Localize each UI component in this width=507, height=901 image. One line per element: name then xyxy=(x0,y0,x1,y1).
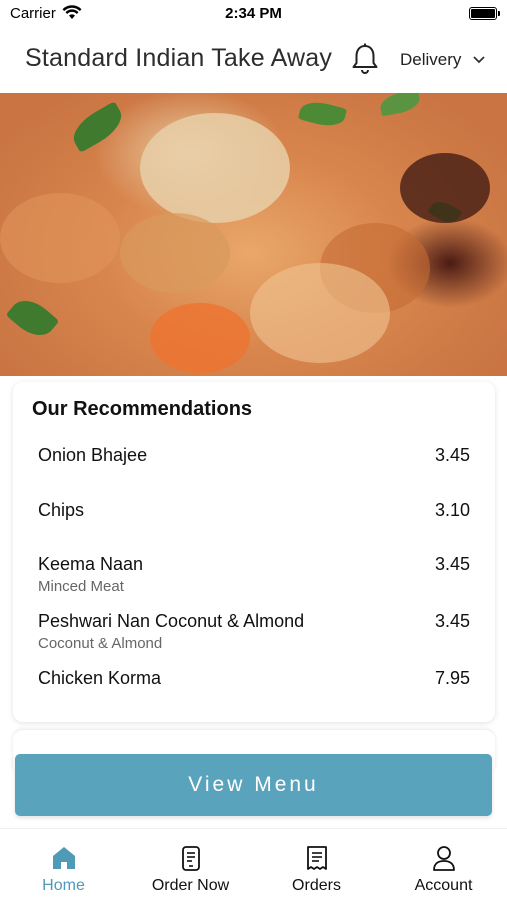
menu-item[interactable]: Chicken Korma 7.95 xyxy=(38,668,470,689)
menu-item-name: Chips xyxy=(38,500,85,520)
menu-item-price: 3.45 xyxy=(434,554,470,574)
home-icon xyxy=(52,847,75,869)
status-bar: Carrier 2:34 PM xyxy=(0,0,507,28)
menu-item-name: Peshwari Nan Coconut & Almond xyxy=(38,611,305,631)
bell-icon[interactable] xyxy=(350,42,380,76)
hero-food-image xyxy=(0,93,507,376)
menu-item[interactable]: Chips 3.10 xyxy=(38,500,470,521)
restaurant-title: Standard Indian Take Away xyxy=(25,44,333,72)
recommendations-card: Our Recommendations Onion Bhajee 3.45 Ch… xyxy=(13,382,495,722)
receipt-icon xyxy=(306,846,327,870)
menu-item-description: Coconut & Almond xyxy=(38,635,163,652)
tab-account[interactable]: Account xyxy=(380,829,507,901)
tab-home-label: Home xyxy=(42,877,85,894)
clock: 2:34 PM xyxy=(225,5,282,22)
menu-item[interactable]: Keema Naan Minced Meat 3.45 xyxy=(38,554,470,595)
app-header: Standard Indian Take Away Delivery xyxy=(0,28,507,93)
menu-item-name: Chicken Korma xyxy=(38,668,162,688)
bottom-tab-bar: Home Order Now Orders Account xyxy=(0,828,507,900)
tab-orders[interactable]: Orders xyxy=(253,829,380,901)
battery-icon xyxy=(469,7,500,20)
chevron-down-icon[interactable] xyxy=(472,54,486,66)
tab-home[interactable]: Home xyxy=(0,829,127,901)
menu-item-name: Keema Naan xyxy=(38,554,144,574)
menu-item-price: 3.45 xyxy=(434,445,470,465)
tab-account-label: Account xyxy=(414,877,473,894)
menu-item-price: 3.45 xyxy=(434,611,470,631)
tab-order-now[interactable]: Order Now xyxy=(127,829,254,901)
menu-item-price: 7.95 xyxy=(434,668,470,688)
menu-item[interactable]: Onion Bhajee 3.45 xyxy=(38,445,470,466)
tab-orders-label: Orders xyxy=(292,877,341,894)
delivery-mode-selector[interactable]: Delivery xyxy=(400,50,461,70)
recommendations-title: Our Recommendations xyxy=(32,398,253,420)
menu-item-description: Minced Meat xyxy=(38,578,124,595)
account-icon xyxy=(432,846,455,871)
order-icon xyxy=(181,846,200,871)
menu-item[interactable]: Peshwari Nan Coconut & Almond Coconut & … xyxy=(38,611,470,652)
menu-item-name: Onion Bhajee xyxy=(38,445,148,465)
view-menu-button[interactable]: View Menu xyxy=(15,754,492,816)
tab-order-now-label: Order Now xyxy=(151,877,230,894)
menu-item-price: 3.10 xyxy=(434,500,470,520)
